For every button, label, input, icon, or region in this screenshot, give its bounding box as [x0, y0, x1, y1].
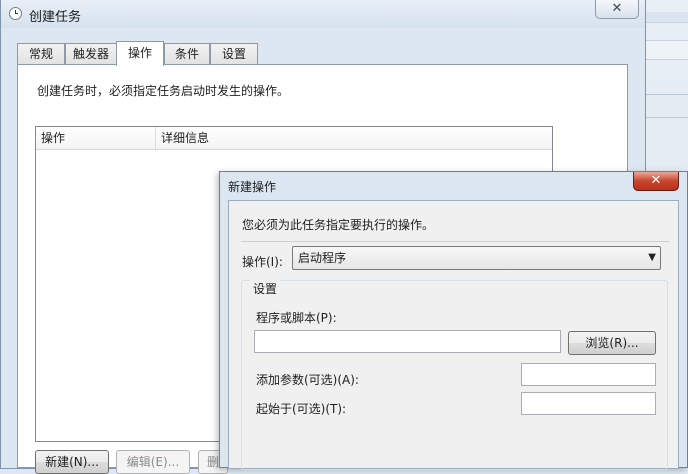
- program-label: 程序或脚本(P):: [256, 311, 337, 325]
- list-header: 操作 详细信息: [36, 127, 552, 150]
- settings-group: 设置 程序或脚本(P): 浏览(R)... 添加参数(可选)(A): 起始于(可…: [241, 280, 668, 470]
- window-title: 创建任务: [29, 10, 82, 25]
- tab-triggers[interactable]: 触发器: [65, 43, 117, 64]
- browse-button[interactable]: 浏览(R)...: [568, 331, 656, 355]
- edit-action-button[interactable]: 编辑(E)...: [116, 450, 190, 474]
- titlebar: 创建任务 ✕: [1, 0, 645, 28]
- actions-description: 创建任务时，必须指定任务启动时发生的操作。: [37, 84, 290, 98]
- action-type-label: 操作(I):: [242, 255, 283, 269]
- settings-group-label: 设置: [250, 280, 281, 297]
- clock-icon: [9, 7, 22, 20]
- dialog-close-button[interactable]: ✕: [633, 172, 679, 191]
- column-header-details[interactable]: 详细信息: [156, 127, 552, 149]
- dropdown-arrow-icon: ▼: [648, 252, 656, 263]
- tab-general[interactable]: 常规: [17, 43, 65, 64]
- tab-actions[interactable]: 操作: [116, 41, 164, 66]
- divider: [241, 241, 669, 242]
- dialog-title: 新建操作: [228, 180, 277, 194]
- arguments-input[interactable]: [521, 363, 656, 386]
- start-in-input[interactable]: [521, 392, 656, 415]
- close-button[interactable]: ✕: [595, 0, 639, 19]
- action-type-select[interactable]: 启动程序 ▼: [292, 246, 661, 270]
- tab-conditions[interactable]: 条件: [164, 43, 210, 64]
- arguments-label: 添加参数(可选)(A):: [256, 373, 359, 387]
- program-input[interactable]: [254, 330, 561, 353]
- dialog-body: 您必须为此任务指定要执行的操作。 操作(I): 启动程序 ▼ 设置 程序或脚本(…: [228, 200, 679, 470]
- tab-settings[interactable]: 设置: [210, 43, 258, 64]
- start-in-label: 起始于(可选)(T):: [256, 402, 347, 416]
- action-type-value: 启动程序: [298, 251, 347, 265]
- dialog-description: 您必须为此任务指定要执行的操作。: [242, 218, 435, 232]
- new-action-dialog: 新建操作 ✕ 您必须为此任务指定要执行的操作。 操作(I): 启动程序 ▼ 设置…: [219, 171, 688, 470]
- column-header-action[interactable]: 操作: [36, 127, 156, 149]
- new-action-button[interactable]: 新建(N)...: [35, 450, 109, 474]
